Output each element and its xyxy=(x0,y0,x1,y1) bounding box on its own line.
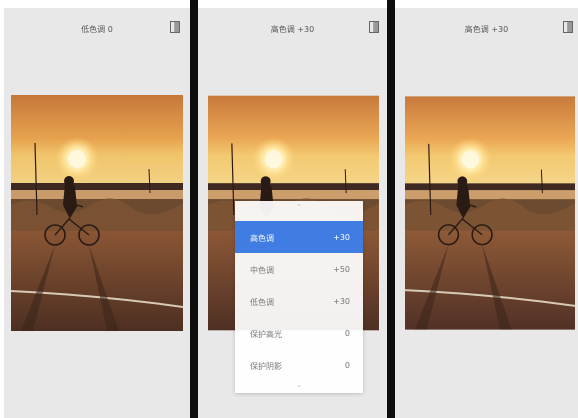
menu-item-label: 中色调 xyxy=(250,266,274,275)
menu-item-protect-highlights[interactable]: 保护高光 0 xyxy=(235,317,363,349)
adjustment-title: 低色调 0 xyxy=(81,25,113,34)
compare-icon[interactable] xyxy=(369,21,379,33)
tonal-adjustment-menu: ⌃ 高色调 +30 中色调 +50 低色调 +30 保护高光 0 保护阴影 0 … xyxy=(235,201,363,393)
screen-1: 低色调 0 xyxy=(4,8,190,418)
menu-item-shadows[interactable]: 低色调 +30 xyxy=(235,285,363,317)
menu-item-label: 保护阴影 xyxy=(250,362,282,371)
top-bar: 高色调 +30 xyxy=(198,8,387,48)
menu-item-midtones[interactable]: 中色调 +50 xyxy=(235,253,363,285)
photo xyxy=(405,95,575,331)
chevron-up-icon[interactable]: ⌃ xyxy=(235,203,363,211)
adjustment-title: 高色调 +30 xyxy=(464,25,509,34)
screen-3: 高色调 +30 xyxy=(395,8,578,418)
adjustment-title: 高色调 +30 xyxy=(270,25,315,34)
compare-icon[interactable] xyxy=(170,21,180,33)
sunset-photo xyxy=(405,96,575,330)
photo xyxy=(11,95,183,331)
sunset-photo xyxy=(11,95,183,331)
menu-item-value: +30 xyxy=(333,297,350,306)
top-bar: 低色调 0 xyxy=(4,8,190,48)
divider-left xyxy=(190,0,198,418)
menu-item-label: 低色调 xyxy=(250,298,274,307)
menu-item-value: +50 xyxy=(333,265,350,274)
top-bar: 高色调 +30 xyxy=(395,8,578,48)
menu-item-value: +30 xyxy=(333,233,350,242)
chevron-down-icon[interactable]: ⌄ xyxy=(235,381,363,389)
menu-item-highlights[interactable]: 高色调 +30 xyxy=(235,221,363,253)
menu-item-label: 高色调 xyxy=(250,234,274,243)
screen-2: 高色调 +30 ⌃ 高色调 +30 中色调 +50 低色调 +30 保护高光 0… xyxy=(198,8,387,418)
menu-item-protect-shadows[interactable]: 保护阴影 0 xyxy=(235,349,363,381)
menu-item-value: 0 xyxy=(344,361,350,370)
menu-item-label: 保护高光 xyxy=(250,330,282,339)
compare-icon[interactable] xyxy=(563,21,573,33)
divider-right xyxy=(387,0,395,418)
menu-item-value: 0 xyxy=(344,329,350,338)
